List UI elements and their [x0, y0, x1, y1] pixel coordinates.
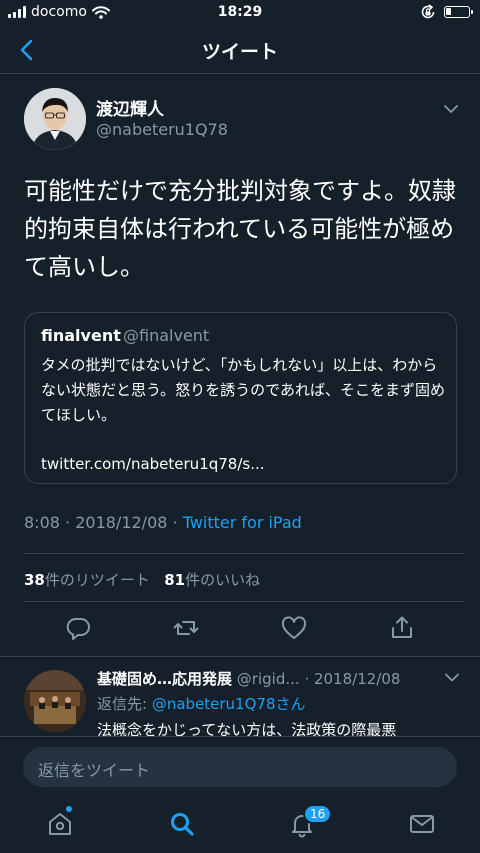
messages-icon[interactable] [408, 810, 436, 838]
reply-header: 基礎固め…応用発展 @rigid... · 2018/12/08 [97, 668, 442, 689]
search-icon[interactable] [168, 810, 196, 838]
reply-avatar[interactable] [24, 670, 86, 732]
tweet-date: 2018/12/08 [75, 513, 168, 532]
quoted-display-name: finalvent [41, 326, 121, 345]
status-bar: docomo 18:29 [0, 0, 480, 26]
home-icon[interactable] [46, 810, 74, 838]
like-count-label: 件のいいね [185, 571, 261, 589]
likes-link[interactable]: 81件のいいね [164, 571, 260, 589]
quoted-handle: @finalvent [123, 326, 210, 345]
reply-input[interactable]: 返信をツイート [23, 747, 457, 787]
tweet-source-link[interactable]: Twitter for iPad [183, 513, 302, 532]
display-name[interactable]: 渡辺輝人 [96, 95, 164, 120]
share-icon[interactable] [388, 614, 416, 642]
page-title: ツイート [201, 41, 278, 63]
quoted-link[interactable]: twitter.com/nabeteru1q78/s... [41, 455, 265, 473]
chevron-down-icon[interactable] [444, 672, 460, 683]
reply-handle[interactable]: @rigid... [237, 670, 300, 688]
status-time: 18:29 [217, 4, 263, 20]
meta-separator: · [172, 513, 183, 532]
reply-to-user[interactable]: @nabeteru1Q78さん [152, 695, 306, 713]
reply-compose-bar: 返信をツイート [0, 736, 480, 798]
meta-separator: · [65, 513, 76, 532]
tweet-text: 可能性だけで充分批判対象ですよ。奴隷的拘束自体は行われている可能性が極めて高いし… [24, 177, 456, 281]
reply-to: 返信先: @nabeteru1Q78さん [97, 693, 306, 714]
divider [24, 553, 464, 554]
engagement-counts: 38件のリツイート 81件のいいね [24, 569, 260, 590]
retweet-count: 38 [24, 571, 45, 589]
like-icon[interactable] [280, 614, 308, 642]
tweet-actions [0, 614, 480, 646]
new-content-dot [66, 806, 72, 812]
retweet-count-label: 件のリツイート [44, 571, 150, 589]
tab-bar [0, 798, 480, 853]
rotation-lock-icon [421, 4, 435, 19]
retweet-icon[interactable] [172, 614, 200, 642]
avatar[interactable] [24, 88, 86, 150]
battery-icon [444, 6, 473, 18]
divider [24, 601, 464, 602]
notification-badge: 16 [303, 804, 333, 824]
user-handle[interactable]: @nabeteru1Q78 [96, 120, 228, 139]
tweet-meta: 8:08 · 2018/12/08 · Twitter for iPad [24, 513, 302, 532]
nav-bar: ツイート [0, 26, 480, 74]
reply-to-label: 返信先: [97, 695, 152, 713]
tweet-time: 8:08 [24, 513, 60, 532]
like-count: 81 [164, 571, 186, 589]
reply-input-placeholder: 返信をツイート [38, 761, 151, 780]
reply-display-name[interactable]: 基礎固め…応用発展 [97, 670, 232, 688]
quoted-text: タメの批判ではないけど、「かもしれない」以上は、わからない状態だと思う。怒りを誘… [41, 356, 445, 424]
reply-icon[interactable] [64, 614, 92, 642]
reply-date: · 2018/12/08 [304, 670, 401, 688]
quoted-tweet[interactable]: finalvent @finalvent タメの批判ではないけど、「かもしれない… [24, 312, 457, 484]
retweets-link[interactable]: 38件のリツイート [24, 571, 150, 589]
divider [0, 656, 480, 657]
chevron-down-icon[interactable] [442, 103, 460, 115]
